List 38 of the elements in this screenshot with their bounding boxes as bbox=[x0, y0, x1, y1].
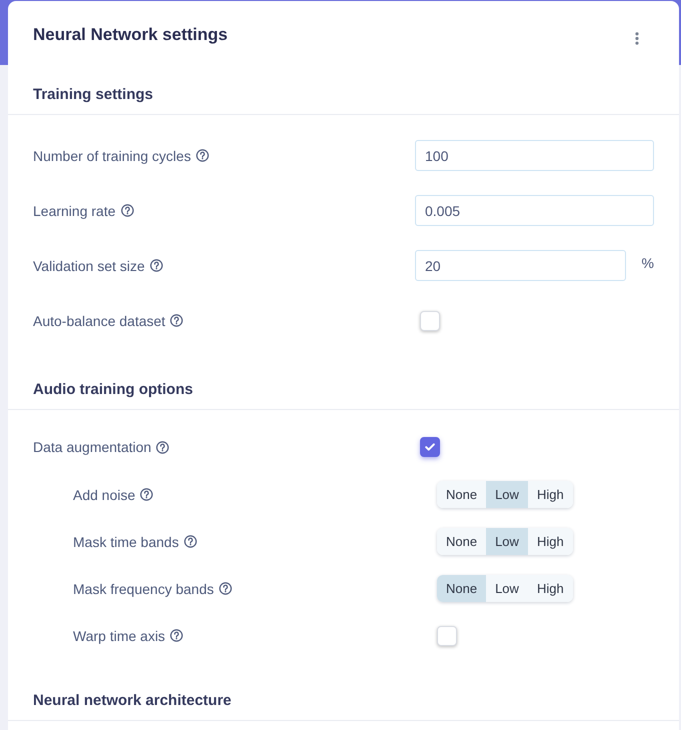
option-button[interactable]: Low bbox=[486, 528, 528, 555]
help-icon[interactable] bbox=[184, 535, 197, 548]
help-icon[interactable] bbox=[156, 440, 170, 454]
field-label: Validation set size bbox=[33, 256, 145, 274]
option-button[interactable]: High bbox=[528, 528, 573, 555]
option-button[interactable]: None bbox=[437, 481, 486, 508]
option-button[interactable]: Low bbox=[486, 575, 528, 602]
field-label: Learning rate bbox=[33, 202, 116, 220]
help-icon[interactable] bbox=[170, 314, 184, 327]
checkmark-icon bbox=[425, 443, 435, 451]
help-icon[interactable] bbox=[120, 204, 134, 217]
option-button[interactable]: None bbox=[437, 575, 486, 602]
option-button[interactable]: High bbox=[528, 575, 573, 602]
help-icon[interactable] bbox=[150, 259, 163, 272]
section-title: Training settings bbox=[33, 86, 154, 103]
unit-label: % bbox=[642, 254, 654, 270]
help-icon[interactable] bbox=[140, 488, 154, 501]
option-button[interactable]: Low bbox=[486, 481, 528, 508]
option-button[interactable]: None bbox=[437, 528, 486, 555]
checkbox[interactable] bbox=[420, 437, 440, 457]
field-label: Mask frequency bands bbox=[73, 580, 214, 598]
section-title: Neural network architecture bbox=[33, 692, 232, 709]
kebab-menu-icon[interactable] bbox=[635, 32, 639, 44]
field-label: Mask time bands bbox=[73, 532, 179, 550]
number-input[interactable]: 0.005 bbox=[415, 195, 654, 226]
field-label: Data augmentation bbox=[33, 438, 152, 456]
help-icon[interactable] bbox=[170, 629, 184, 642]
help-icon[interactable] bbox=[196, 149, 209, 162]
field-label: Number of training cycles bbox=[33, 146, 191, 164]
number-input[interactable]: 20 bbox=[415, 250, 626, 281]
card-title: Neural Network settings bbox=[33, 24, 228, 46]
field-label: Auto-balance dataset bbox=[33, 312, 166, 330]
help-icon[interactable] bbox=[218, 582, 232, 595]
field-label: Warp time axis bbox=[73, 626, 166, 644]
field-label: Add noise bbox=[73, 486, 136, 504]
number-input[interactable]: 100 bbox=[415, 140, 654, 171]
option-button[interactable]: High bbox=[528, 481, 573, 508]
section-title: Audio training options bbox=[33, 381, 193, 398]
